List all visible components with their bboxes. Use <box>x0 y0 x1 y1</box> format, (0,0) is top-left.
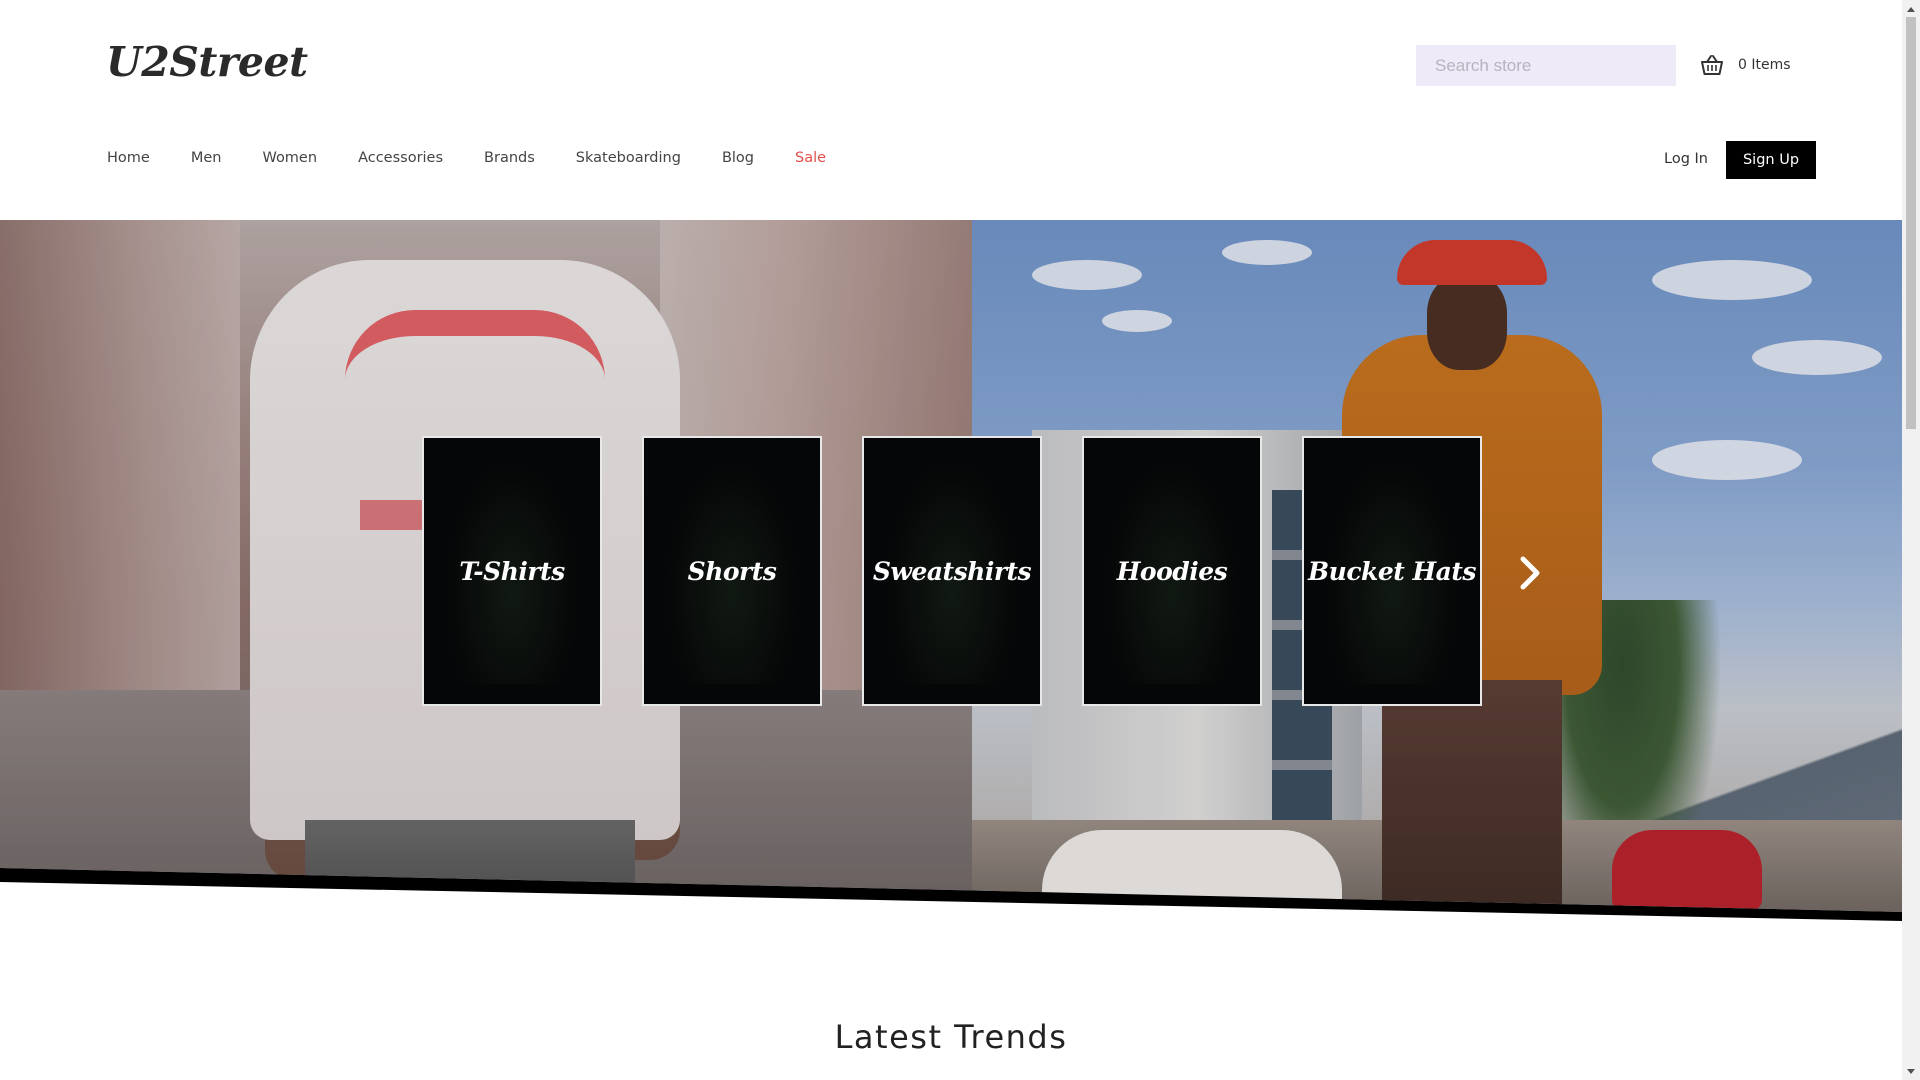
site-logo[interactable]: U2Street <box>106 38 308 86</box>
main-nav: Home Men Women Accessories Brands Skateb… <box>107 150 866 166</box>
nav-brands[interactable]: Brands <box>484 150 535 166</box>
latest-trends-heading: Latest Trends <box>834 1018 1068 1056</box>
category-carousel: T-Shirts Shorts Sweatshirts Hoodies Buck… <box>0 436 1902 706</box>
nav-men[interactable]: Men <box>191 150 222 166</box>
shopping-basket-icon <box>1701 55 1723 75</box>
cart-count: 0 Items <box>1738 57 1791 73</box>
nav-blog[interactable]: Blog <box>722 150 754 166</box>
page: U2Street 0 Items Home Men Women Accessor… <box>0 0 1902 1080</box>
login-link[interactable]: Log In <box>1664 151 1708 167</box>
category-card-bucket-hats[interactable]: Bucket Hats <box>1302 436 1482 706</box>
nav-women[interactable]: Women <box>262 150 317 166</box>
scroll-down-button[interactable] <box>1902 1063 1920 1080</box>
signup-button[interactable]: Sign Up <box>1726 141 1816 179</box>
nav-sale[interactable]: Sale <box>795 150 826 166</box>
category-label: T-Shirts <box>459 556 565 586</box>
cart-button[interactable]: 0 Items <box>1700 54 1791 76</box>
category-label: Sweatshirts <box>872 556 1032 586</box>
scrollbar-thumb[interactable] <box>1906 17 1916 429</box>
arrow-up-icon <box>1907 6 1915 12</box>
chevron-right-icon <box>1520 556 1540 590</box>
nav-home[interactable]: Home <box>107 150 150 166</box>
category-label: Shorts <box>687 556 777 586</box>
scroll-up-button[interactable] <box>1902 0 1920 17</box>
hero-banner: T-Shirts Shorts Sweatshirts Hoodies Buck… <box>0 220 1902 920</box>
category-card-sweatshirts[interactable]: Sweatshirts <box>862 436 1042 706</box>
category-label: Bucket Hats <box>1308 556 1476 586</box>
category-card-hoodies[interactable]: Hoodies <box>1082 436 1262 706</box>
category-card-shorts[interactable]: Shorts <box>642 436 822 706</box>
carousel-next-button[interactable] <box>1512 548 1548 598</box>
arrow-down-icon <box>1907 1068 1915 1074</box>
category-label: Hoodies <box>1116 556 1228 586</box>
category-card-tshirts[interactable]: T-Shirts <box>422 436 602 706</box>
search-input[interactable] <box>1416 45 1676 86</box>
page-scrollbar[interactable] <box>1902 0 1920 1080</box>
nav-skateboarding[interactable]: Skateboarding <box>576 150 681 166</box>
nav-accessories[interactable]: Accessories <box>358 150 443 166</box>
